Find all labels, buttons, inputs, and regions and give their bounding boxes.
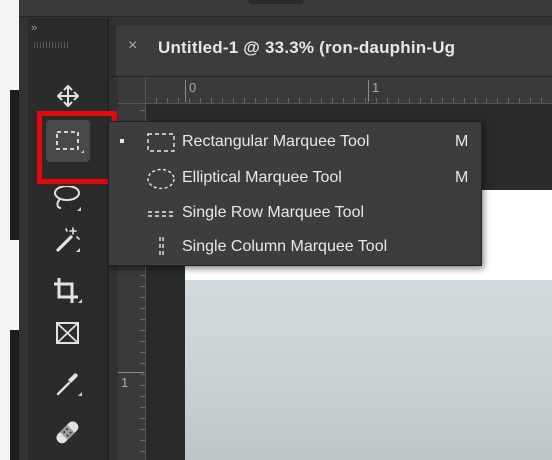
document-title: Untitled-1 @ 33.3% (ron-dauphin-Ug <box>158 38 456 57</box>
move-tool[interactable] <box>48 78 88 114</box>
menu-item-label: Single Row Marquee Tool <box>182 204 365 221</box>
ruler-origin[interactable] <box>118 77 146 104</box>
marquee-tools-flyout: Rectangular Marquee Tool M Elliptical Ma… <box>108 121 482 266</box>
edge-mark <box>10 90 19 240</box>
ruler-major-tick <box>185 80 186 102</box>
ruler-major-tick <box>368 80 369 102</box>
eyedropper-tool[interactable] <box>48 366 88 402</box>
ruler-label: 0 <box>189 80 197 95</box>
move-icon <box>57 85 79 107</box>
collapse-panel-button[interactable]: ›› <box>31 22 51 34</box>
shortcut-key: M <box>455 169 469 186</box>
eyedropper-icon <box>56 373 82 396</box>
active-bullet-icon <box>120 139 124 143</box>
frame-tool[interactable] <box>48 315 88 351</box>
bandage-icon <box>56 421 79 444</box>
horizontal-ruler[interactable] <box>145 77 552 104</box>
ruler-label: 1 <box>372 80 380 95</box>
menu-item-label: Elliptical Marquee Tool <box>182 169 342 186</box>
options-bar <box>19 0 552 17</box>
menu-item-rectangular-marquee[interactable]: Rectangular Marquee Tool M <box>109 125 481 159</box>
menu-item-label: Single Column Marquee Tool <box>182 238 388 255</box>
magic-wand-icon <box>56 227 80 252</box>
magic-wand-tool[interactable] <box>48 222 88 258</box>
window-edge <box>0 0 19 460</box>
single-row-marquee-icon <box>148 211 174 217</box>
shortcut-key: M <box>455 133 469 150</box>
options-bar-handle <box>248 0 304 4</box>
lasso-tool[interactable] <box>48 183 88 219</box>
menu-item-elliptical-marquee[interactable]: Elliptical Marquee Tool M <box>109 161 481 195</box>
menu-item-single-row-marquee[interactable]: Single Row Marquee Tool <box>109 196 481 230</box>
menu-item-label: Rectangular Marquee Tool <box>182 133 370 150</box>
healing-brush-tool[interactable] <box>48 414 88 450</box>
menu-item-single-column-marquee[interactable]: Single Column Marquee Tool <box>109 230 481 264</box>
elliptical-marquee-icon <box>147 168 175 189</box>
canvas-image[interactable] <box>185 280 552 460</box>
ruler-label: 1 <box>121 375 129 390</box>
panel-grip[interactable] <box>34 42 70 48</box>
crop-icon <box>54 278 82 303</box>
rectangular-marquee-tool[interactable] <box>46 120 90 162</box>
single-column-marquee-icon <box>159 237 164 257</box>
edge-mark <box>10 330 19 460</box>
frame-icon <box>56 322 79 344</box>
lasso-icon <box>54 186 81 211</box>
ruler-major-tick <box>118 372 144 373</box>
crop-tool[interactable] <box>48 273 88 309</box>
close-tab-icon[interactable]: × <box>128 36 144 56</box>
rectangular-marquee-icon <box>56 131 84 153</box>
rectangular-marquee-icon <box>147 133 175 152</box>
